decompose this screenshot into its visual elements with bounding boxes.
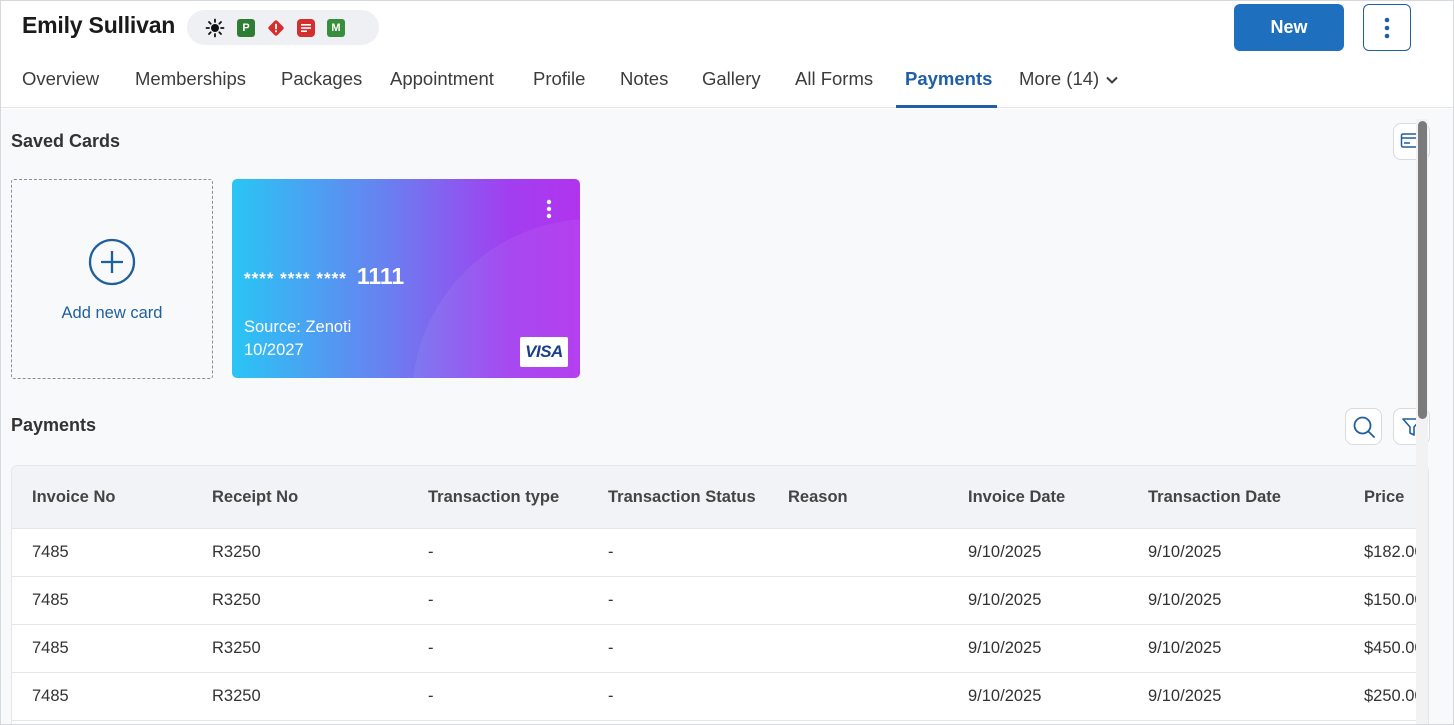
scrollbar-thumb[interactable] [1418, 121, 1427, 419]
tab-more-label: More (14) [1019, 68, 1100, 89]
col-invoice-no[interactable]: Invoice No [32, 488, 115, 507]
col-transaction-date[interactable]: Transaction Date [1148, 488, 1281, 507]
cell-receipt-no: R3250 [212, 687, 261, 705]
cell-transaction-type: - [428, 543, 434, 561]
cell-transaction-date: 9/10/2025 [1148, 591, 1222, 609]
cell-invoice-no: 7485 [32, 687, 69, 705]
m-badge-icon[interactable]: M [327, 18, 345, 37]
cell-price: $250.00 [1364, 687, 1424, 705]
kebab-menu-icon [1384, 17, 1390, 38]
cell-invoice-no: 7485 [32, 591, 69, 609]
col-invoice-date[interactable]: Invoice Date [968, 488, 1065, 507]
table-row[interactable]: 7485 R3250 - - 9/10/2025 9/10/2025 $150.… [12, 577, 1428, 625]
cell-invoice-date: 9/10/2025 [968, 543, 1042, 561]
search-icon [1353, 416, 1375, 438]
card-expiry: 10/2027 [244, 341, 304, 359]
cell-price: $150.00 [1364, 591, 1424, 609]
cell-transaction-date: 9/10/2025 [1148, 543, 1222, 561]
add-new-card-label: Add new card [61, 304, 163, 322]
tab-memberships[interactable]: Memberships [135, 63, 246, 108]
cell-transaction-date: 9/10/2025 [1148, 687, 1222, 705]
cell-invoice-no: 7485 [32, 543, 69, 561]
payments-title: Payments [11, 415, 97, 435]
client-header: Emily Sullivan P M New Overview Membersh… [1, 1, 1453, 108]
client-badges: P M [187, 10, 379, 45]
p-badge-icon[interactable]: P [237, 18, 255, 37]
tab-notes[interactable]: Notes [620, 63, 668, 108]
cell-receipt-no: R3250 [212, 591, 261, 609]
tab-more[interactable]: More (14) [1019, 63, 1119, 108]
tab-packages[interactable]: Packages [281, 63, 362, 108]
client-name: Emily Sullivan [22, 12, 176, 38]
cell-transaction-status: - [608, 591, 614, 609]
cell-receipt-no: R3250 [212, 543, 261, 561]
tab-appointment[interactable]: Appointment [390, 63, 494, 108]
cell-transaction-date: 9/10/2025 [1148, 639, 1222, 657]
saved-cards-title: Saved Cards [11, 131, 121, 151]
cell-price: $450.00 [1364, 639, 1424, 657]
cell-transaction-type: - [428, 687, 434, 705]
cell-transaction-status: - [608, 639, 614, 657]
col-reason[interactable]: Reason [788, 488, 848, 507]
col-transaction-type[interactable]: Transaction type [428, 488, 559, 507]
search-button[interactable] [1345, 408, 1382, 445]
cell-invoice-date: 9/10/2025 [968, 687, 1042, 705]
visa-logo-icon: VISA [520, 337, 568, 367]
col-transaction-status[interactable]: Transaction Status [608, 488, 756, 507]
col-receipt-no[interactable]: Receipt No [212, 488, 298, 507]
saved-card[interactable]: **** **** **** 1111 Source: Zenoti 10/20… [232, 179, 580, 378]
col-price[interactable]: Price [1364, 488, 1404, 507]
note-icon[interactable] [297, 18, 315, 37]
payments-content: Saved Cards Add new card **** **** **** … [1, 109, 1453, 724]
card-menu-button[interactable] [546, 199, 552, 224]
tab-bar: Overview Memberships Packages Appointmen… [1, 63, 1201, 108]
card-number: **** **** **** 1111 [244, 263, 404, 290]
tab-all-forms[interactable]: All Forms [795, 63, 873, 108]
cell-transaction-type: - [428, 639, 434, 657]
tab-overview[interactable]: Overview [22, 63, 99, 108]
new-button[interactable]: New [1234, 4, 1344, 51]
cell-invoice-date: 9/10/2025 [968, 639, 1042, 657]
app-window: Emily Sullivan P M New Overview Membersh… [0, 0, 1454, 725]
cell-receipt-no: R3250 [212, 639, 261, 657]
more-actions-button[interactable] [1363, 4, 1411, 51]
payments-table: Invoice No Receipt No Transaction type T… [11, 465, 1429, 724]
add-circle-icon [88, 238, 136, 286]
tab-gallery[interactable]: Gallery [702, 63, 761, 108]
chevron-down-icon [1106, 76, 1118, 84]
table-row[interactable]: 7485 R3250 - - 9/10/2025 9/10/2025 $182.… [12, 529, 1428, 577]
tab-profile[interactable]: Profile [533, 63, 585, 108]
sun-icon[interactable] [205, 18, 225, 38]
table-row[interactable]: 7485 R3250 - - 9/10/2025 9/10/2025 $450.… [12, 625, 1428, 673]
card-number-mask: **** **** **** [244, 269, 347, 288]
cell-transaction-type: - [428, 591, 434, 609]
table-row[interactable]: 7485 R3250 - - 9/10/2025 9/10/2025 $250.… [12, 673, 1428, 721]
cell-price: $182.00 [1364, 543, 1424, 561]
active-tab-indicator [896, 105, 997, 108]
card-last4: 1111 [356, 263, 405, 289]
cell-invoice-no: 7485 [32, 639, 69, 657]
kebab-menu-icon [546, 199, 552, 219]
add-new-card-button[interactable]: Add new card [11, 179, 213, 379]
tab-payments[interactable]: Payments [905, 63, 992, 108]
table-header: Invoice No Receipt No Transaction type T… [12, 466, 1428, 529]
cell-transaction-status: - [608, 543, 614, 561]
cell-transaction-status: - [608, 687, 614, 705]
cell-invoice-date: 9/10/2025 [968, 591, 1042, 609]
alert-icon[interactable] [267, 19, 285, 37]
card-source: Source: Zenoti [244, 318, 352, 336]
